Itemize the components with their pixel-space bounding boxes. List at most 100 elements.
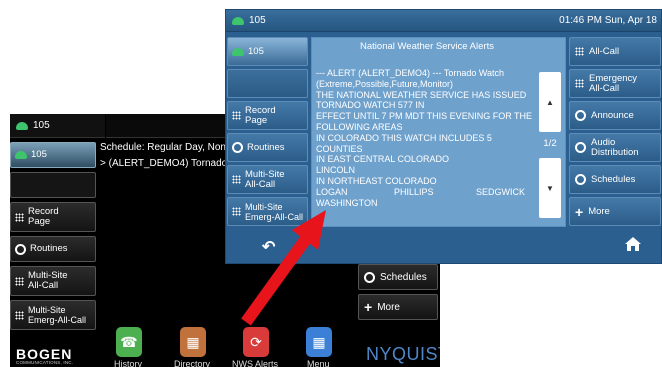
- back-routines-button[interactable]: Routines: [10, 236, 96, 262]
- front-record-page-button[interactable]: Record Page: [227, 101, 308, 130]
- grid-icon: [232, 207, 241, 216]
- county-logan: LOGAN: [316, 186, 348, 197]
- button-label: Announce: [591, 109, 634, 121]
- back-header: 105: [10, 114, 105, 138]
- front-empty-key[interactable]: [227, 69, 308, 98]
- back-arrow-icon[interactable]: ↶: [262, 237, 275, 257]
- nws-alert-panel: National Weather Service Alerts --- ALER…: [311, 37, 566, 227]
- audio-distribution-button[interactable]: Audio Distribution: [569, 133, 661, 162]
- alert-text-line: IN NORTHEAST COLORADO: [316, 175, 437, 186]
- phone-icon: [16, 121, 28, 130]
- phone-icon: [232, 47, 244, 56]
- back-header-line: 105: [33, 120, 50, 131]
- front-header-line: 105: [232, 15, 312, 26]
- down-arrow-icon: ▼: [546, 183, 554, 193]
- back-left-column: 105 Record Page Routines Multi-Site All-…: [10, 142, 96, 334]
- more-button[interactable]: + More: [569, 197, 661, 226]
- all-call-button[interactable]: All-Call: [569, 37, 661, 66]
- button-label: More: [377, 301, 400, 313]
- bogen-logo-sub: COMMUNICATIONS, INC.: [16, 360, 74, 365]
- county-phillips: PHILLIPS: [394, 186, 434, 197]
- front-left-column: 105 Record Page Routines Multi-Site All-…: [227, 37, 308, 229]
- alert-body: --- ALERT (ALERT_DEMO4) --- Tornado Watc…: [316, 68, 541, 208]
- scroll-down-button[interactable]: ▼: [539, 158, 561, 218]
- scroll-up-button[interactable]: ▲: [539, 72, 561, 132]
- routine-icon: [15, 243, 26, 255]
- back-schedule-text: Schedule: Regular Day, None > (ALERT_DEM…: [100, 140, 232, 172]
- back-line-key-105[interactable]: 105: [10, 142, 96, 168]
- routine-icon: [575, 174, 586, 185]
- alert-text-line: IN COLORADO THIS WATCH INCLUDES 5: [316, 132, 492, 143]
- menu-icon[interactable]: ▦: [306, 327, 332, 357]
- home-icon[interactable]: [624, 236, 642, 252]
- front-line-key-105[interactable]: 105: [227, 37, 308, 66]
- county-sedgwick: SEDGWICK: [476, 186, 526, 197]
- front-phone-screen: 105 01:46 PM Sun, Apr 18 105 Record Page…: [225, 9, 662, 264]
- history-icon[interactable]: ☎: [116, 327, 142, 357]
- alert-text-line: COUNTIES: [316, 143, 363, 154]
- back-more-button[interactable]: + More: [358, 294, 438, 320]
- grid-icon: [15, 212, 24, 222]
- alert-scrollbar: ▲ 1/2 ▼: [539, 62, 563, 224]
- button-label: All-Call: [589, 45, 620, 57]
- phone-icon: [15, 151, 27, 159]
- nyquist-logo: NYQUIST: [366, 344, 440, 364]
- directory-icon[interactable]: ▦: [180, 327, 206, 357]
- line-key-label: 105: [248, 45, 264, 57]
- button-label: Multi-Site All-Call: [28, 270, 68, 291]
- alert-county-row: LOGAN PHILLIPS SEDGWICK: [316, 187, 541, 198]
- button-label: Record Page: [28, 206, 59, 227]
- grid-icon: [232, 175, 241, 184]
- button-label: Schedules: [591, 173, 636, 185]
- alert-text-line: LINCOLN: [316, 165, 356, 176]
- alert-text-line: WASHINGTON: [316, 197, 378, 208]
- announce-button[interactable]: Announce: [569, 101, 661, 130]
- page-indicator: 1/2: [543, 138, 557, 149]
- back-multi-site-emerg-button[interactable]: Multi-Site Emerg-All-Call: [10, 300, 96, 330]
- grid-icon: [575, 47, 584, 56]
- alert-title: National Weather Service Alerts: [360, 41, 494, 52]
- back-record-page-button[interactable]: Record Page: [10, 202, 96, 232]
- routine-icon: [232, 142, 243, 153]
- grid-icon: [15, 276, 24, 286]
- dock-label-history: History: [114, 359, 143, 367]
- front-right-column: All-Call Emergency All-Call Announce Aud…: [569, 37, 661, 229]
- schedules-button[interactable]: Schedules: [569, 165, 661, 194]
- nws-alerts-icon[interactable]: ⟳: [243, 327, 269, 357]
- routine-icon: [364, 271, 375, 283]
- button-label: Multi-Site Emerg-All-Call: [245, 201, 304, 222]
- alert-text-line: (Extreme,Possible,Future,Monitor): [316, 78, 454, 89]
- front-header: 105 01:46 PM Sun, Apr 18: [226, 10, 661, 32]
- plus-icon: +: [364, 299, 373, 315]
- dock-label-menu: Menu: [307, 359, 330, 367]
- alert-text-line: --- ALERT (ALERT_DEMO4) --- Tornado Watc…: [316, 68, 505, 78]
- grid-icon: [575, 79, 584, 88]
- button-label: Audio Distribution: [591, 136, 639, 158]
- back-empty-key[interactable]: [10, 172, 96, 198]
- alert-text-line: THE NATIONAL WEATHER SERVICE HAS ISSUED: [316, 89, 527, 100]
- button-label: Multi-Site All-Call: [245, 168, 285, 190]
- button-label: Routines: [30, 243, 68, 254]
- alert-text-line: IN EAST CENTRAL COLORADO: [316, 154, 450, 165]
- alert-text-line: FOLLOWING AREAS: [316, 121, 403, 132]
- back-schedules-button[interactable]: Schedules: [358, 264, 438, 290]
- grid-icon: [15, 310, 24, 320]
- plus-icon: +: [575, 203, 584, 220]
- back-multi-site-all-call-button[interactable]: Multi-Site All-Call: [10, 266, 96, 296]
- up-arrow-icon: ▲: [546, 97, 554, 107]
- front-multi-site-emerg-button[interactable]: Multi-Site Emerg-All-Call: [227, 197, 308, 226]
- alert-text-line: EFFECT UNTIL 7 PM MDT THIS EVENING FOR T…: [316, 111, 533, 122]
- button-label: Routines: [247, 141, 285, 153]
- phone-icon: [232, 16, 244, 25]
- grid-icon: [232, 111, 241, 120]
- button-label: Multi-Site Emerg-All-Call: [28, 305, 87, 325]
- dock-label-directory: Directory: [174, 359, 211, 367]
- routine-icon: [575, 142, 586, 153]
- screenshot-composite: 105 105 Record Page Routines Multi-Site …: [0, 0, 662, 367]
- front-routines-button[interactable]: Routines: [227, 133, 308, 162]
- alert-line: > (ALERT_DEMO4) Tornado: [100, 158, 228, 169]
- button-label: Emergency All-Call: [589, 72, 638, 94]
- front-multi-site-all-call-button[interactable]: Multi-Site All-Call: [227, 165, 308, 194]
- button-label: Schedules: [380, 271, 427, 283]
- emergency-all-call-button[interactable]: Emergency All-Call: [569, 69, 661, 98]
